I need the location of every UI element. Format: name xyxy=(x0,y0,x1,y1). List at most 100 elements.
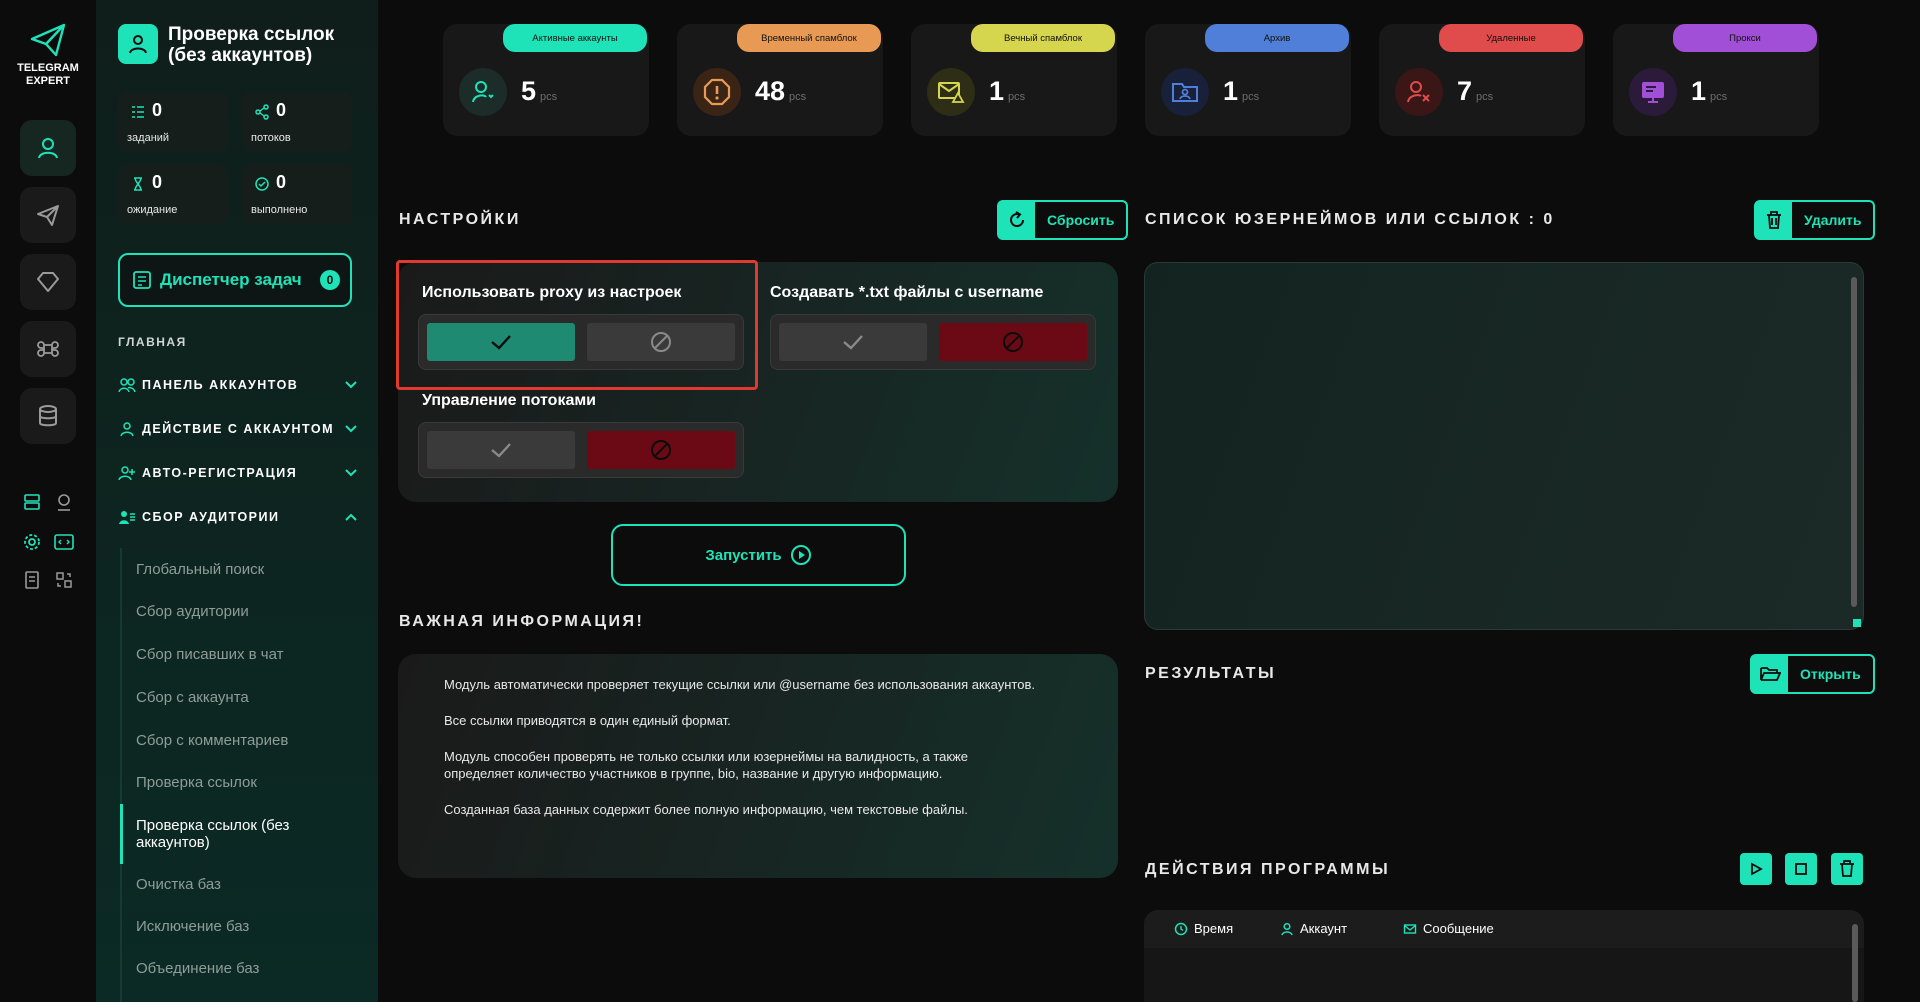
block-icon xyxy=(651,440,671,460)
task-dispatcher-button[interactable]: Диспетчер задач 0 xyxy=(118,253,352,307)
info-paragraph: Модуль автоматически проверяет текущие с… xyxy=(444,677,1035,692)
app-logo[interactable]: TELEGRAM EXPERT xyxy=(0,22,96,88)
actions-title: ДЕЙСТВИЯ ПРОГРАММЫ xyxy=(1145,861,1391,878)
mail-warning-icon xyxy=(938,82,965,103)
user-heart-icon xyxy=(472,81,494,103)
log-clear-button[interactable] xyxy=(1831,853,1863,885)
delete-list-button[interactable]: Удалить xyxy=(1754,200,1876,240)
app-window: TELEGRAM EXPERT Проверка ссылок (без акк… xyxy=(0,0,1920,1002)
rail-transfer-mini[interactable] xyxy=(52,568,76,592)
card-value: 7 pcs xyxy=(1457,76,1493,107)
option-threads-off-button[interactable] xyxy=(587,431,735,469)
card-temp-spamblock[interactable]: Временный спамблок 48 pcs xyxy=(677,24,883,136)
menu-group-label: АВТО-РЕГИСТРАЦИЯ xyxy=(142,466,298,480)
submenu-from-comments[interactable]: Сбор с комментариев xyxy=(136,732,336,749)
submenu-track xyxy=(120,548,122,1002)
info-panel: Модуль автоматически проверяет текущие с… xyxy=(398,654,1118,878)
card-tag: Прокси xyxy=(1673,24,1817,52)
option-txt-label: Создавать *.txt файлы с username xyxy=(770,284,1044,301)
card-archive[interactable]: Архив 1 pcs xyxy=(1145,24,1351,136)
info-title: ВАЖНАЯ ИНФОРМАЦИЯ! xyxy=(399,613,645,630)
log-scrollbar[interactable] xyxy=(1852,924,1858,1002)
rail-document-mini[interactable] xyxy=(20,568,44,592)
menu-group-accounts-panel[interactable]: ПАНЕЛЬ АККАУНТОВ xyxy=(118,374,358,396)
sidebar: Проверка ссылок (без аккаунтов) 0 задани… xyxy=(96,0,378,1002)
rail-code-mini[interactable] xyxy=(52,530,76,554)
submenu-db-merge[interactable]: Объединение баз xyxy=(136,960,336,977)
card-perm-spamblock[interactable]: Вечный спамблок 1 pcs xyxy=(911,24,1117,136)
resize-handle[interactable] xyxy=(1853,619,1861,627)
list-title: СПИСОК ЮЗЕРНЕЙМОВ ИЛИ ССЫЛОК : 0 xyxy=(1145,211,1555,228)
open-results-button[interactable]: Открыть xyxy=(1750,654,1875,694)
run-button[interactable]: Запустить xyxy=(611,524,906,586)
document-icon xyxy=(25,571,39,589)
log-col-time[interactable]: Время xyxy=(1174,921,1233,936)
card-deleted[interactable]: Удаленные 7 pcs xyxy=(1379,24,1585,136)
log-stop-button[interactable] xyxy=(1785,853,1817,885)
info-paragraph: Все ссылки приводятся в один единый форм… xyxy=(444,713,731,728)
option-txt-toggle xyxy=(770,314,1096,370)
menu-section-label: ГЛАВНАЯ xyxy=(118,335,187,349)
log-header: Время Аккаунт Сообщение xyxy=(1144,910,1864,948)
rail-send-button[interactable] xyxy=(20,187,76,243)
option-threads-on-button[interactable] xyxy=(427,431,575,469)
option-txt-off-button[interactable] xyxy=(939,323,1087,361)
info-paragraph: Созданная база данных содержит более пол… xyxy=(444,802,968,817)
delete-icon-box xyxy=(1756,202,1792,238)
rail-settings-mini[interactable] xyxy=(20,530,44,554)
delete-label: Удалить xyxy=(1804,212,1862,228)
stat-threads-label: потоков xyxy=(251,132,291,144)
card-number: 7 xyxy=(1457,76,1473,106)
chevron-up-icon xyxy=(345,513,357,521)
reset-label: Сбросить xyxy=(1047,212,1115,228)
rail-command-button[interactable] xyxy=(20,321,76,377)
rail-accounts-button[interactable] xyxy=(20,120,76,176)
submenu-link-check[interactable]: Проверка ссылок xyxy=(136,774,336,791)
rail-server-mini[interactable] xyxy=(20,490,44,514)
submenu-db-exclude[interactable]: Исключение баз xyxy=(136,918,336,935)
submenu-from-account[interactable]: Сбор с аккаунта xyxy=(136,689,336,706)
submenu-global-search[interactable]: Глобальный поиск xyxy=(136,561,336,578)
menu-group-account-actions[interactable]: ДЕЙСТВИЕ С АККАУНТОМ xyxy=(118,418,358,440)
stat-tasks: 0 заданий xyxy=(118,92,228,152)
rail-diamond-button[interactable] xyxy=(20,254,76,310)
rail-database-button[interactable] xyxy=(20,388,76,444)
log-col-label: Время xyxy=(1194,921,1234,936)
rail-profile-mini[interactable] xyxy=(52,490,76,514)
diamond-icon xyxy=(37,272,59,292)
textarea-scrollbar[interactable] xyxy=(1851,277,1857,607)
menu-group-audience-collection[interactable]: СБОР АУДИТОРИИ xyxy=(118,506,358,528)
usernames-textarea[interactable] xyxy=(1144,262,1864,630)
submenu-active-indicator xyxy=(120,804,123,864)
open-label: Открыть xyxy=(1800,666,1861,682)
results-title: РЕЗУЛЬТАТЫ xyxy=(1145,665,1277,682)
submenu-link-check-no-accounts[interactable]: Проверка ссылок (без аккаунтов) xyxy=(136,817,336,851)
user-list-icon xyxy=(119,511,135,524)
card-tag: Архив xyxy=(1205,24,1349,52)
alert-octagon-icon xyxy=(703,78,731,106)
log-col-label: Аккаунт xyxy=(1300,921,1348,936)
reset-button[interactable]: Сбросить xyxy=(997,200,1129,240)
log-col-account[interactable]: Аккаунт xyxy=(1280,921,1347,936)
proxy-server-icon xyxy=(1642,82,1664,103)
option-txt-on-button[interactable] xyxy=(779,323,927,361)
submenu-audience-collection[interactable]: Сбор аудитории xyxy=(136,603,336,620)
submenu-db-cleanup[interactable]: Очистка баз xyxy=(136,876,336,893)
mail-icon xyxy=(1403,923,1417,934)
card-unit: pcs xyxy=(540,91,558,103)
card-proxy[interactable]: Прокси 1 pcs xyxy=(1613,24,1819,136)
card-active-accounts[interactable]: Активные аккаунты 5 pcs xyxy=(443,24,649,136)
menu-group-auto-registration[interactable]: АВТО-РЕГИСТРАЦИЯ xyxy=(118,462,358,484)
card-number: 1 xyxy=(1691,76,1707,106)
submenu-chat-writers[interactable]: Сбор писавших в чат xyxy=(136,646,336,663)
open-icon-box xyxy=(1752,656,1788,692)
log-col-message[interactable]: Сообщение xyxy=(1403,921,1494,936)
chevron-down-icon xyxy=(345,469,357,477)
card-value: 1 pcs xyxy=(1691,76,1727,107)
chevron-down-icon xyxy=(345,425,357,433)
logo-line-1: TELEGRAM xyxy=(17,62,79,74)
card-value: 5 pcs xyxy=(521,76,557,107)
info-paragraph: Модуль способен проверять не только ссыл… xyxy=(444,749,969,781)
log-play-button[interactable] xyxy=(1740,853,1772,885)
stat-waiting-label: ожидание xyxy=(127,204,178,216)
